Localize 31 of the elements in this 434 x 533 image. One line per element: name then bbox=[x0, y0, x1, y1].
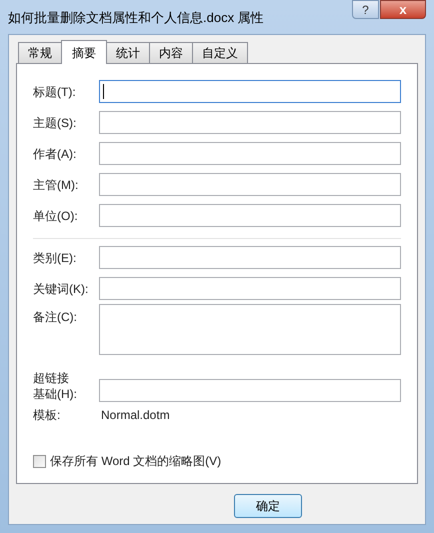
tab[interactable]: 自定义 bbox=[192, 42, 248, 63]
input-field[interactable] bbox=[99, 80, 401, 103]
input-field[interactable] bbox=[99, 142, 401, 165]
field-label: 类别(E): bbox=[33, 250, 78, 266]
field-label: 主管(M): bbox=[33, 176, 80, 192]
tab[interactable]: 内容 bbox=[149, 42, 193, 63]
field-label: 作者(A): bbox=[33, 146, 78, 162]
field-label: 超链接基础(H): bbox=[33, 370, 78, 402]
checkbox-label: 保存所有 Word 文档的缩略图(V) bbox=[50, 453, 222, 470]
field-label: 关键词(K): bbox=[33, 280, 90, 296]
comments-field[interactable] bbox=[99, 304, 401, 355]
help-button[interactable]: ? bbox=[352, 0, 379, 19]
tab[interactable]: 摘要 bbox=[61, 40, 107, 64]
input-field[interactable] bbox=[99, 277, 401, 300]
tab[interactable]: 统计 bbox=[106, 42, 150, 63]
template-value: Normal.dotm bbox=[100, 407, 170, 424]
ok-button[interactable]: 确定 bbox=[234, 494, 302, 518]
template-label: 模板: bbox=[33, 407, 62, 424]
input-field[interactable] bbox=[99, 111, 401, 134]
window-title: 如何批量删除文档属性和个人信息.docx 属性 bbox=[8, 9, 265, 27]
input-field[interactable] bbox=[99, 204, 401, 227]
field-label: 单位(O): bbox=[33, 208, 79, 224]
input-field[interactable] bbox=[99, 173, 401, 196]
field-label: 标题(T): bbox=[33, 84, 77, 100]
input-field[interactable] bbox=[99, 246, 401, 269]
input-field[interactable] bbox=[99, 379, 401, 402]
text-cursor bbox=[103, 84, 104, 99]
field-label: 备注(C): bbox=[33, 309, 78, 325]
checkbox[interactable] bbox=[33, 454, 46, 468]
tab[interactable]: 常规 bbox=[18, 42, 62, 63]
field-label: 主题(S): bbox=[33, 114, 78, 130]
